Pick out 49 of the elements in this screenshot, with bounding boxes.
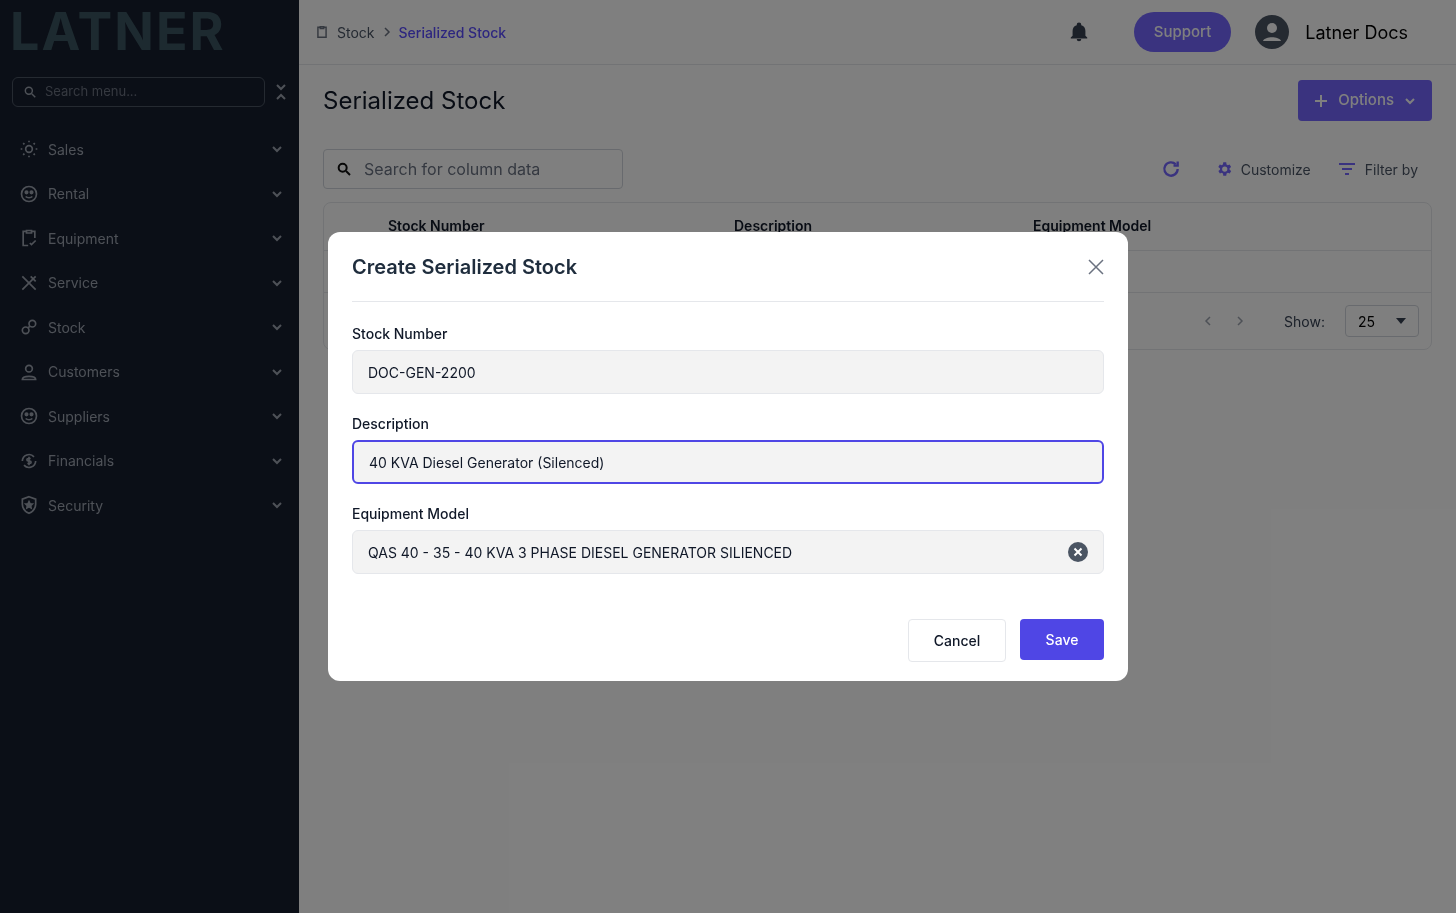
table-search-field[interactable]: Search for column data <box>323 149 623 189</box>
search-icon <box>23 85 37 99</box>
show-label: Show: <box>1284 311 1325 332</box>
input-field[interactable]: 40 KVA Diesel Generator (Silenced) <box>352 440 1104 484</box>
plus-icon <box>1314 93 1329 108</box>
clear-icon[interactable] <box>1068 542 1088 562</box>
face-icon <box>19 183 39 204</box>
avatar-icon[interactable] <box>1255 15 1290 49</box>
breadcrumb-link[interactable]: Stock <box>337 21 375 43</box>
sidebar-item[interactable]: Financials <box>0 438 299 483</box>
customize-button[interactable]: Customize <box>1214 158 1311 180</box>
sidebar-item[interactable]: Service <box>0 260 299 305</box>
search-icon <box>336 161 352 177</box>
chevron-right-icon <box>382 27 391 37</box>
shield-star-icon <box>19 495 39 516</box>
caret-icon <box>1396 318 1406 324</box>
clipboard-check-icon <box>19 228 39 249</box>
filter-button[interactable]: Filter by <box>1338 158 1418 180</box>
support-button[interactable]: Support <box>1133 12 1232 52</box>
clipboard-icon <box>315 25 329 39</box>
select-field[interactable]: QAS 40 - 35 - 40 KVA 3 PHASE DIESEL GENERATOR SILIENCED <box>352 530 1104 574</box>
sidebar-item[interactable]: Rental <box>0 171 299 216</box>
user-name[interactable]: Latner Docs <box>1305 18 1408 46</box>
options-button[interactable]: Options <box>1298 80 1432 121</box>
sparkle-icon <box>19 139 39 160</box>
page-size-select[interactable]: 25 <box>1345 305 1419 337</box>
page-title: Serialized Stock <box>323 84 506 117</box>
sidebar-item[interactable]: Equipment <box>0 216 299 261</box>
face-icon <box>19 406 39 427</box>
input-field[interactable]: DOC-GEN-2200 <box>352 350 1104 394</box>
breadcrumb-link[interactable]: Serialized Stock <box>398 21 507 43</box>
close-icon[interactable] <box>1088 258 1104 275</box>
filter-icon <box>1338 163 1355 175</box>
refresh-icon[interactable] <box>1160 159 1181 179</box>
sidebar-item[interactable]: Customers <box>0 349 299 394</box>
column-header: Description <box>734 217 813 234</box>
column-header: Equipment Model <box>1033 217 1152 234</box>
sidebar-item[interactable]: Stock <box>0 305 299 350</box>
sidebar-item[interactable]: Security <box>0 483 299 528</box>
collapse-icon[interactable] <box>275 83 287 101</box>
column-header: Stock Number <box>388 217 485 234</box>
field-label: Stock Number <box>352 324 449 344</box>
field-label: Description <box>352 414 430 434</box>
sidebar-item[interactable]: Suppliers <box>0 394 299 439</box>
dialog-title: Create Serialized Stock <box>352 253 578 281</box>
cancel-button[interactable]: Cancel <box>908 619 1006 662</box>
save-button[interactable]: Save <box>1020 619 1104 660</box>
sidebar-item[interactable]: Sales <box>0 127 299 172</box>
field-label: Equipment Model <box>352 504 470 524</box>
